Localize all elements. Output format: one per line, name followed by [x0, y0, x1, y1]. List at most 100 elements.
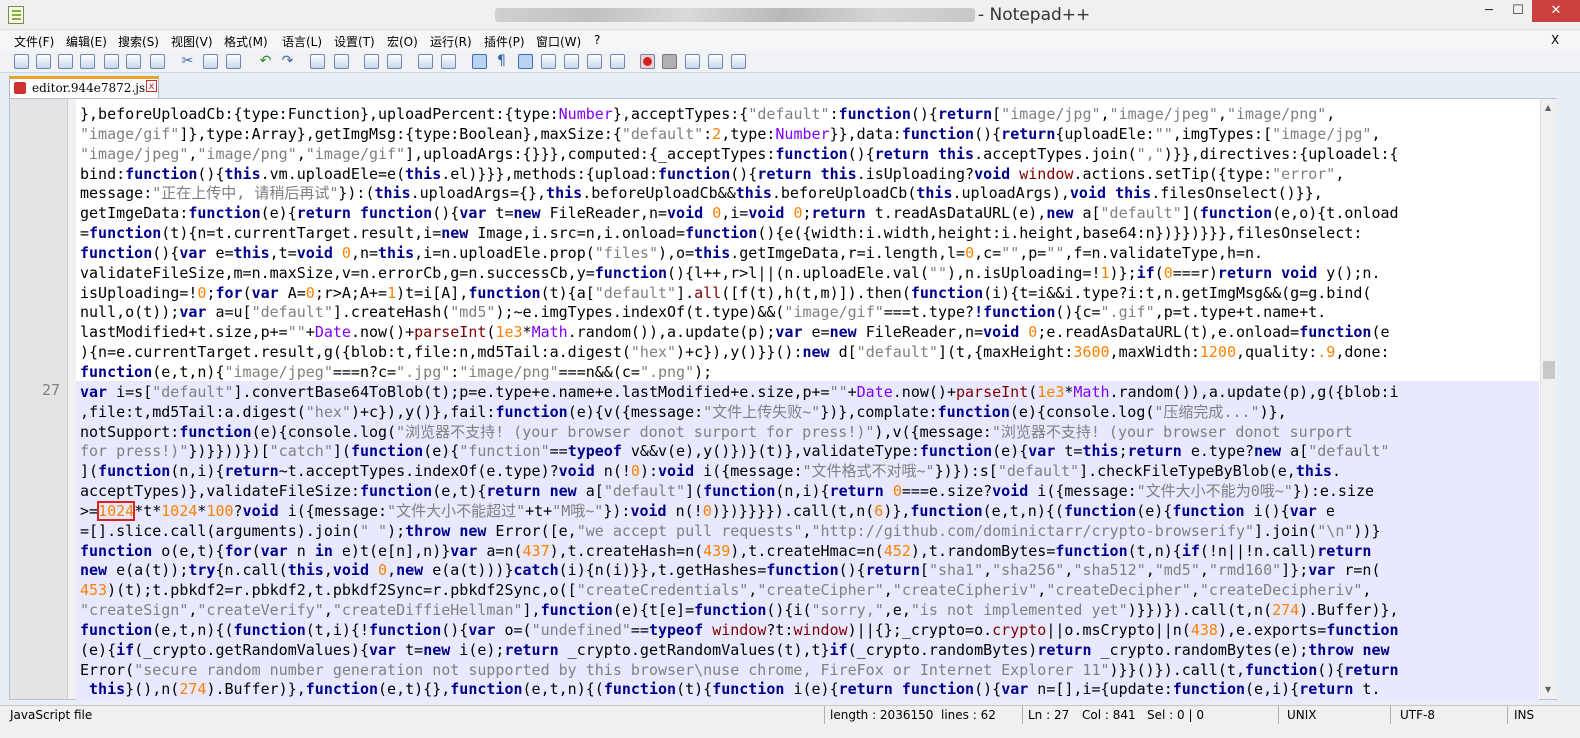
- new-file-icon[interactable]: [14, 54, 29, 69]
- open-file-icon[interactable]: [36, 54, 51, 69]
- record-macro-icon[interactable]: [640, 54, 655, 69]
- code-line[interactable]: acceptTypes)},validateFileSize:function(…: [80, 482, 1540, 502]
- cut-icon[interactable]: ✂: [180, 54, 195, 69]
- code-line[interactable]: validateFileSize,m=n.maxSize,v=n.errorCb…: [80, 264, 1540, 284]
- menu-plugins[interactable]: 插件(P): [484, 33, 525, 50]
- code-line[interactable]: message:"正在上传中, 请稍后再试"}):(this.uploadArg…: [80, 184, 1540, 204]
- menu-format[interactable]: 格式(M): [224, 33, 268, 50]
- code-line[interactable]: "image/jpeg","image/png","image/gif"],up…: [80, 145, 1540, 165]
- close-file-icon[interactable]: [104, 54, 119, 69]
- code-token: (e){: [260, 204, 297, 223]
- indent-guide-icon[interactable]: [518, 54, 533, 69]
- redo-icon[interactable]: ↷: [280, 54, 295, 69]
- code-line[interactable]: notSupport:function(e){console.log("浏览器不…: [80, 423, 1540, 443]
- print-icon[interactable]: [150, 54, 165, 69]
- close-all-icon[interactable]: [126, 54, 141, 69]
- code-line[interactable]: =[].slice.call(arguments).join(" ");thro…: [80, 522, 1540, 542]
- code-token: }(),n(: [125, 680, 180, 699]
- minimize-button[interactable]: ─: [1474, 0, 1504, 22]
- code-line[interactable]: "createSign","createVerify","createDiffi…: [80, 601, 1540, 621]
- word-wrap-icon[interactable]: [472, 54, 487, 69]
- zoom-out-icon[interactable]: [387, 54, 402, 69]
- code-token: ,: [983, 561, 993, 580]
- close-window-button[interactable]: ✕: [1532, 0, 1580, 22]
- stop-macro-icon[interactable]: [662, 54, 677, 69]
- find-icon[interactable]: [310, 54, 325, 69]
- code-line[interactable]: Error("secure random number generation n…: [80, 661, 1540, 681]
- code-line[interactable]: function(e,t,n){"image/jpeg"===n?c=".jpg…: [80, 363, 1540, 383]
- code-token: throw: [405, 521, 451, 540]
- code-token: _crypto.randomBytes(e);: [1091, 640, 1309, 659]
- code-line[interactable]: =function(t){n=t.currentTarget.result,i=…: [80, 224, 1540, 244]
- code-line[interactable]: (e){if(_crypto.getRandomValues){var t=ne…: [80, 641, 1540, 661]
- menu-search[interactable]: 搜索(S): [118, 33, 159, 50]
- save-macro-icon[interactable]: [731, 54, 746, 69]
- tab-editor-js[interactable]: editor.944e7872.js x: [9, 76, 159, 98]
- code-token: ==: [630, 620, 649, 639]
- menu-run[interactable]: 运行(R): [430, 33, 472, 50]
- document-map-icon[interactable]: [564, 54, 579, 69]
- scrollbar-thumb[interactable]: [1543, 361, 1555, 379]
- folder-as-workspace-icon[interactable]: [610, 54, 625, 69]
- sync-vertical-icon[interactable]: [418, 54, 433, 69]
- code-line[interactable]: for press!)"})}}))})["catch"](function(e…: [80, 442, 1540, 462]
- code-token: .beforeUploadCb(: [771, 184, 917, 203]
- tab-close-icon[interactable]: x: [146, 80, 157, 92]
- code-line[interactable]: ,file:t,md5Tail:a.digest("hex")+c}),y()}…: [80, 403, 1540, 423]
- code-token: parseInt: [956, 382, 1029, 401]
- code-line[interactable]: "image/gif"]},type:Array},getImgMsg:{typ…: [80, 125, 1540, 145]
- menu-window[interactable]: 窗口(W): [536, 33, 581, 50]
- code-token: (){: [974, 124, 1002, 143]
- function-list-icon[interactable]: [587, 54, 602, 69]
- code-line[interactable]: ](function(n,i){return~t.acceptTypes.ind…: [80, 462, 1540, 482]
- menu-file[interactable]: 文件(F): [14, 33, 54, 50]
- code-line[interactable]: function(e,t,n){(function(t,i){!function…: [80, 621, 1540, 641]
- code-line[interactable]: 453)(t);t.pbkdf2=r.pbkdf2,t.pbkdf2Sync=r…: [80, 581, 1540, 601]
- code-line[interactable]: isUploading=!0;for(var A=0;r>A;A+=1)t=i[…: [80, 284, 1540, 304]
- menu-view[interactable]: 视图(V): [171, 33, 213, 50]
- code-token: +: [847, 382, 857, 401]
- undo-icon[interactable]: ↶: [258, 54, 273, 69]
- paste-icon[interactable]: [226, 54, 241, 69]
- scroll-up-arrow-icon[interactable]: ▲: [1545, 103, 1551, 112]
- code-line[interactable]: this}(),n(274).Buffer)},function(e,t){},…: [80, 680, 1540, 700]
- close-document-button[interactable]: X: [1551, 33, 1559, 47]
- show-all-chars-icon[interactable]: ¶: [494, 54, 509, 69]
- fold-margin[interactable]: [68, 99, 76, 699]
- menu-edit[interactable]: 编辑(E): [66, 33, 107, 50]
- menu-macro[interactable]: 宏(O): [387, 33, 418, 50]
- save-icon[interactable]: [58, 54, 73, 69]
- code-text[interactable]: },beforeUploadCb:{type:Function},uploadP…: [80, 105, 1540, 700]
- vertical-scrollbar[interactable]: ▲ ▼: [1540, 99, 1557, 699]
- menu-settings[interactable]: 设置(T): [334, 33, 375, 50]
- zoom-in-icon[interactable]: [364, 54, 379, 69]
- sync-horizontal-icon[interactable]: [441, 54, 456, 69]
- code-line[interactable]: lastModified+t.size,p+=""+Date.now()+par…: [80, 323, 1540, 343]
- run-macro-multiple-icon[interactable]: [708, 54, 723, 69]
- code-line[interactable]: >=1024*t*1024*100?void i({message:"文件大小不…: [80, 500, 1540, 522]
- code-token: var: [369, 640, 397, 659]
- code-line[interactable]: var i=s["default"].convertBase64ToBlob(t…: [80, 383, 1540, 403]
- code-line[interactable]: bind:function(){this.vm.uploadEle=e(this…: [80, 165, 1540, 185]
- menu-language[interactable]: 语言(L): [282, 33, 322, 50]
- code-line[interactable]: function(){var e=this,t=void 0,n=this,i=…: [80, 244, 1540, 264]
- code-line[interactable]: ){n=e.currentTarget.result,g({blob:t,fil…: [80, 343, 1540, 363]
- replace-icon[interactable]: [334, 54, 349, 69]
- code-line[interactable]: function o(e,t){for(var n in e)t(e[n],n)…: [80, 542, 1540, 562]
- code-token: function: [188, 204, 261, 223]
- editor-pane[interactable]: 27 },beforeUploadCb:{type:Function},uplo…: [9, 98, 1557, 701]
- define-language-icon[interactable]: [541, 54, 556, 69]
- code-token: null,o(t));: [80, 303, 180, 322]
- code-line[interactable]: null,o(t));var a=u["default"].createHash…: [80, 303, 1540, 323]
- code-line[interactable]: new e(a(t));try{n.call(this,void 0,new e…: [80, 561, 1540, 581]
- menu-help[interactable]: ?: [594, 33, 600, 47]
- scroll-down-arrow-icon[interactable]: ▼: [1545, 685, 1551, 694]
- save-all-icon[interactable]: [80, 54, 95, 69]
- copy-icon[interactable]: [203, 54, 218, 69]
- play-macro-icon[interactable]: [685, 54, 700, 69]
- maximize-button[interactable]: ☐: [1503, 0, 1533, 22]
- code-token: acceptTypes)},validateFileSize:: [80, 482, 360, 501]
- code-token: ~t.acceptTypes.indexOf(e.type)?: [278, 462, 559, 481]
- code-line[interactable]: getImgeData:function(e){return function(…: [80, 204, 1540, 224]
- code-line[interactable]: },beforeUploadCb:{type:Function},uploadP…: [80, 105, 1540, 125]
